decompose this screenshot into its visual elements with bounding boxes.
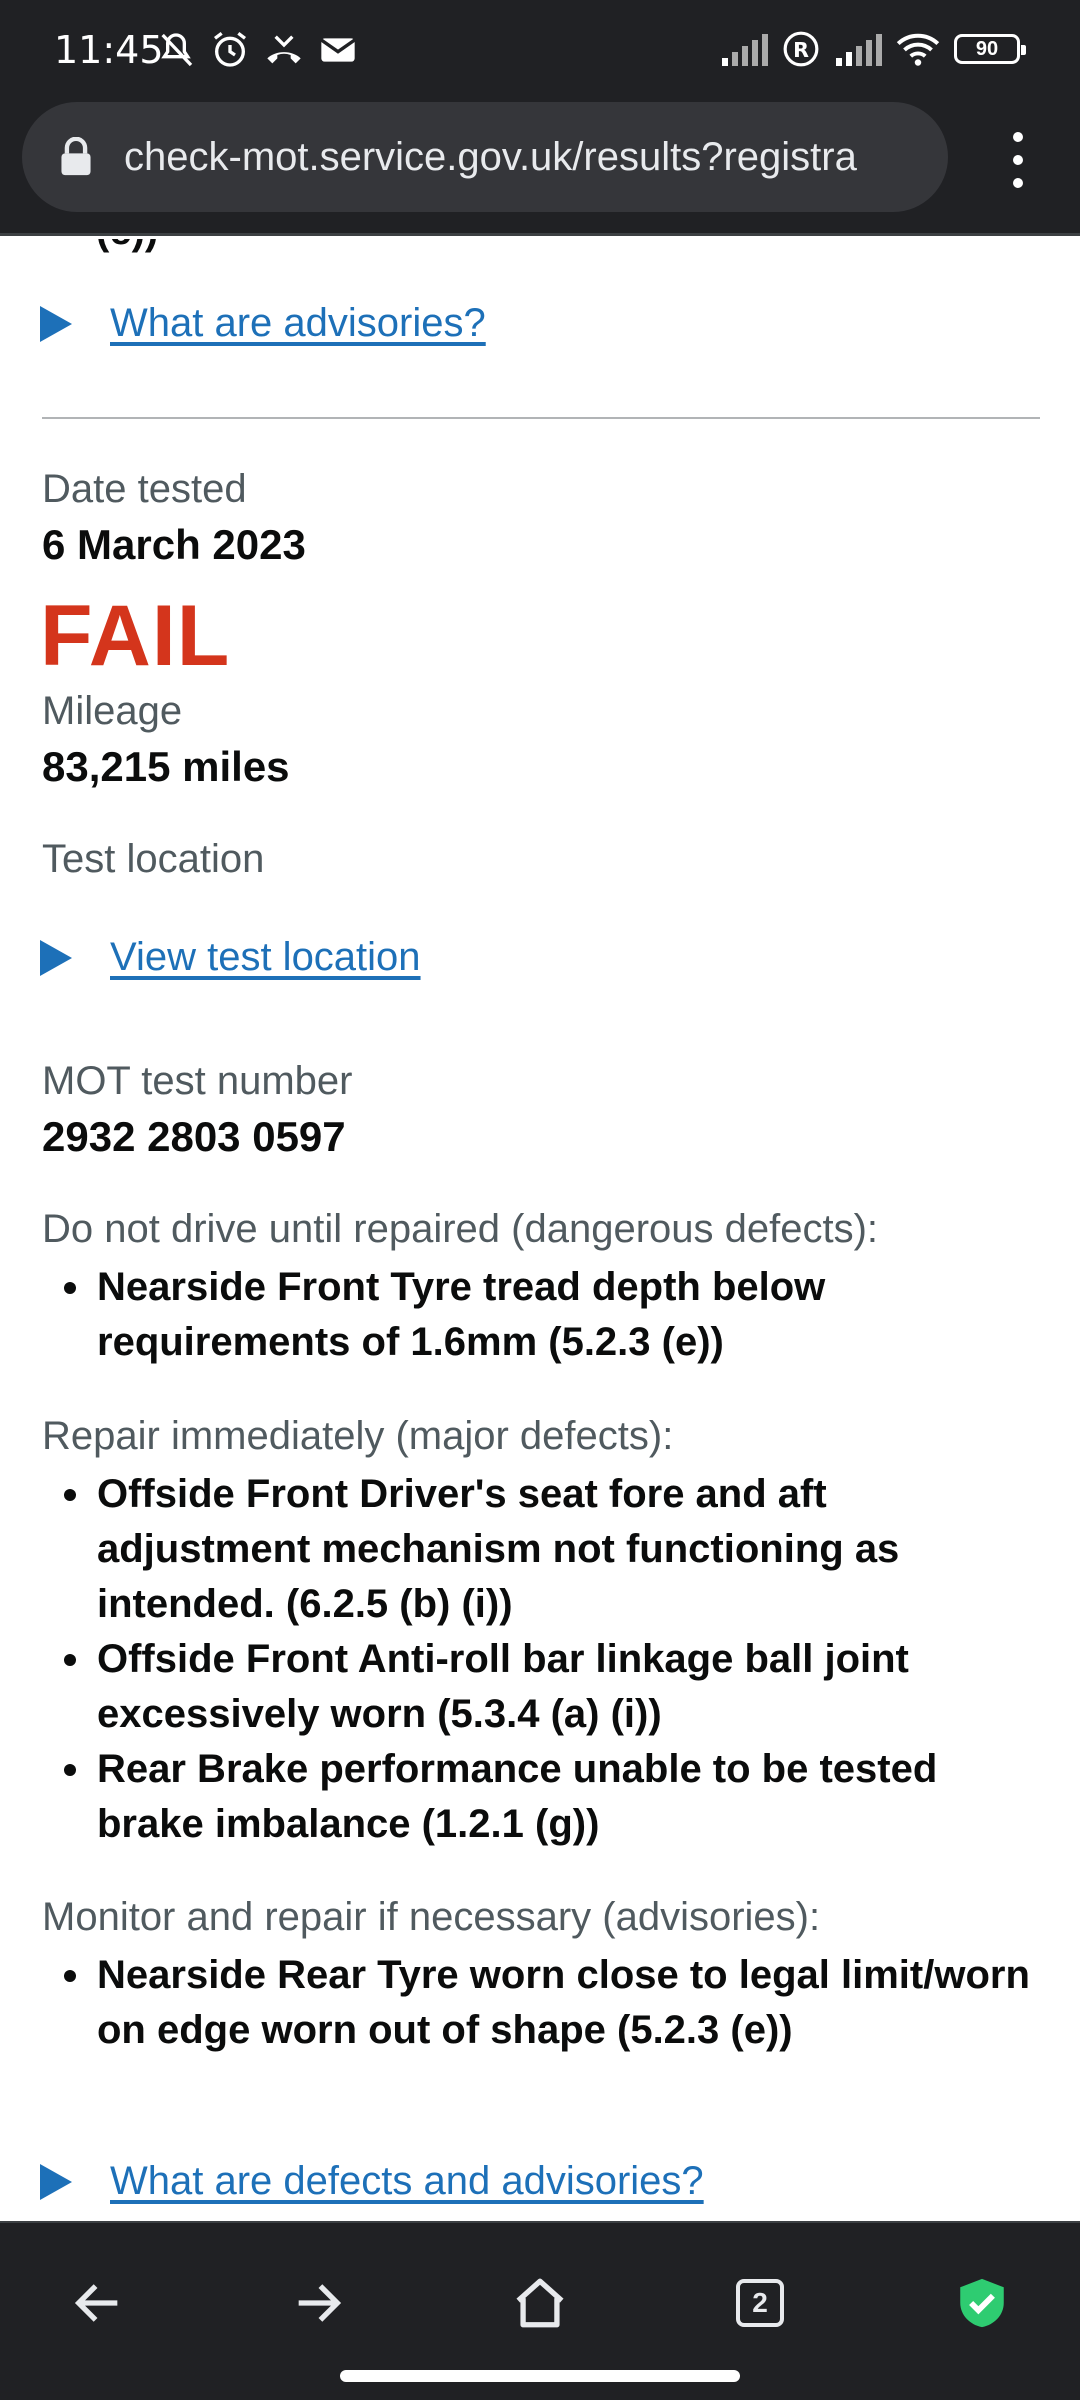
shield-check-icon — [960, 2278, 1004, 2328]
mileage-label: Mileage — [42, 689, 183, 733]
privacy-shield-button[interactable] — [940, 2261, 1024, 2345]
section-divider — [42, 417, 1040, 419]
advisories-link-text[interactable]: What are advisories? — [110, 301, 486, 346]
browser-toolbar: check-mot.service.gov.uk/results?registr… — [0, 96, 1080, 236]
url-text[interactable]: check-mot.service.gov.uk/results?registr… — [124, 135, 857, 180]
status-time: 11:45 — [54, 28, 164, 72]
more-vert-icon[interactable] — [1008, 132, 1028, 188]
alarm-icon — [214, 32, 246, 67]
gesture-handle[interactable] — [340, 2370, 740, 2382]
major-defects-list: Offside Front Driver's seat fore and aft… — [42, 1467, 1032, 1852]
cut-off-text: (e)) — [96, 239, 158, 254]
status-bar: 11:45 R 90 — [0, 0, 1080, 96]
mail-icon — [320, 38, 356, 62]
disclosure-triangle-icon — [40, 2163, 72, 2200]
mileage-value: 83,215 miles — [42, 743, 290, 790]
major-defects-heading: Repair immediately (major defects): — [42, 1414, 674, 1458]
system-icons: R 90 — [720, 30, 1026, 68]
dangerous-defects-heading: Do not drive until repaired (dangerous d… — [42, 1207, 879, 1251]
back-icon — [74, 2284, 118, 2322]
list-item: Offside Front Anti-roll bar linkage ball… — [42, 1632, 1032, 1742]
forward-icon — [298, 2284, 342, 2322]
wifi-icon — [896, 33, 940, 66]
mute-icon — [161, 33, 193, 67]
test-location-label: Test location — [42, 837, 265, 881]
advisories-list: Nearside Rear Tyre worn close to legal l… — [42, 1948, 1032, 2058]
mot-test-number-value: 2932 2803 0597 — [42, 1113, 346, 1160]
back-button[interactable] — [56, 2261, 140, 2345]
list-item: Nearside Rear Tyre worn close to legal l… — [42, 1948, 1032, 2058]
view-test-location-link[interactable]: View test location — [40, 935, 421, 980]
roaming-icon: R — [783, 31, 819, 67]
view-test-location-text[interactable]: View test location — [110, 935, 421, 980]
tabs-button[interactable]: 2 — [718, 2261, 802, 2345]
defects-advisories-details-link[interactable]: What are defects and advisories? — [40, 2159, 704, 2204]
list-item: Offside Front Driver's seat fore and aft… — [42, 1467, 1032, 1632]
date-tested-label: Date tested — [42, 467, 247, 511]
address-bar[interactable]: check-mot.service.gov.uk/results?registr… — [22, 102, 948, 212]
svg-text:R: R — [793, 38, 809, 62]
defects-advisories-link-text[interactable]: What are defects and advisories? — [110, 2159, 704, 2204]
signal-icon — [722, 34, 768, 66]
mot-test-number-label: MOT test number — [42, 1059, 353, 1103]
tabs-icon: 2 — [736, 2279, 784, 2327]
advisories-details-link[interactable]: What are advisories? — [40, 301, 486, 346]
home-icon — [516, 2278, 564, 2328]
date-tested-value: 6 March 2023 — [42, 521, 306, 568]
missed-call-icon — [267, 35, 301, 64]
dangerous-defects-list: Nearside Front Tyre tread depth below re… — [42, 1260, 1032, 1370]
list-item: Rear Brake performance unable to be test… — [42, 1742, 1032, 1852]
list-item: Nearside Front Tyre tread depth below re… — [42, 1260, 1032, 1370]
signal-icon — [836, 34, 882, 66]
disclosure-triangle-icon — [40, 939, 72, 976]
disclosure-triangle-icon — [40, 305, 72, 342]
home-button[interactable] — [498, 2261, 582, 2345]
advisories-heading: Monitor and repair if necessary (advisor… — [42, 1895, 821, 1939]
notification-icons — [156, 30, 358, 70]
lock-icon[interactable] — [58, 137, 94, 177]
battery-icon: 90 — [954, 34, 1026, 64]
bottom-toolbar: 2 — [0, 2221, 1080, 2400]
test-result-badge: FAIL — [40, 588, 231, 684]
forward-button[interactable] — [276, 2261, 360, 2345]
page-content: (e)) What are advisories? Date tested 6 … — [0, 239, 1080, 2221]
